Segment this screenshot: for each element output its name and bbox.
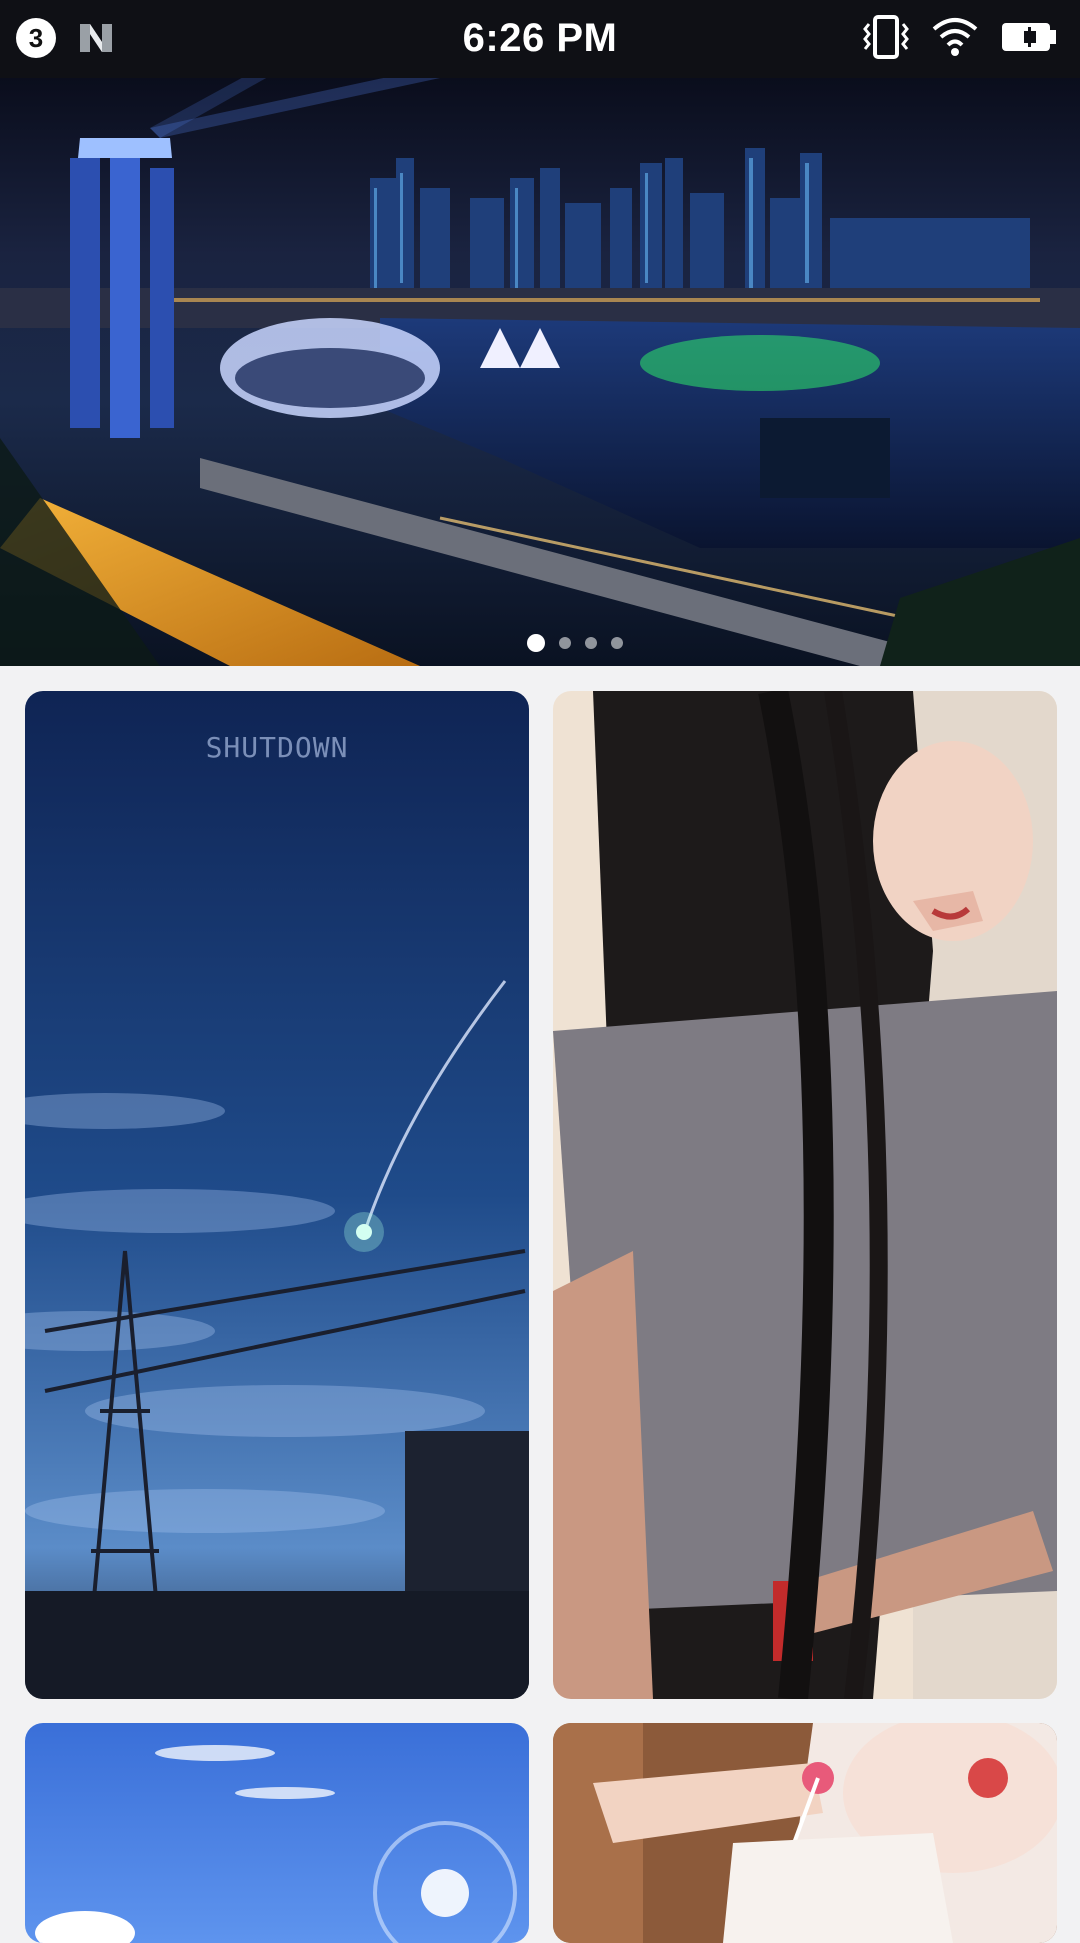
page-indicator-dot[interactable] — [559, 637, 571, 649]
wallpaper-image-blue-sky — [25, 1723, 529, 1943]
page-indicator[interactable] — [0, 634, 1080, 652]
vibrate-icon — [863, 15, 909, 59]
banner-carousel[interactable] — [0, 78, 1080, 666]
wallpaper-card[interactable] — [553, 1723, 1057, 1943]
page-indicator-dot[interactable] — [611, 637, 623, 649]
status-bar: 3 6:26 PM — [0, 0, 1080, 78]
wallpaper-card[interactable] — [553, 691, 1057, 1699]
page-indicator-dot[interactable] — [585, 637, 597, 649]
wallpaper-image-anime-girl — [553, 691, 1057, 1699]
battery-charging-icon — [1002, 23, 1056, 51]
banner-image-city-night — [0, 78, 1080, 666]
wallpaper-card[interactable] — [25, 1723, 529, 1943]
wallpaper-caption: SHUTDOWN — [205, 731, 349, 764]
wallpaper-card[interactable]: SHUTDOWN — [25, 691, 529, 1699]
wifi-icon — [932, 18, 978, 56]
wallpaper-image-night-sky — [25, 691, 529, 1699]
wallpaper-image-anime-lollipop — [553, 1723, 1057, 1943]
status-right — [862, 14, 1058, 60]
page-indicator-dot[interactable] — [527, 634, 545, 652]
